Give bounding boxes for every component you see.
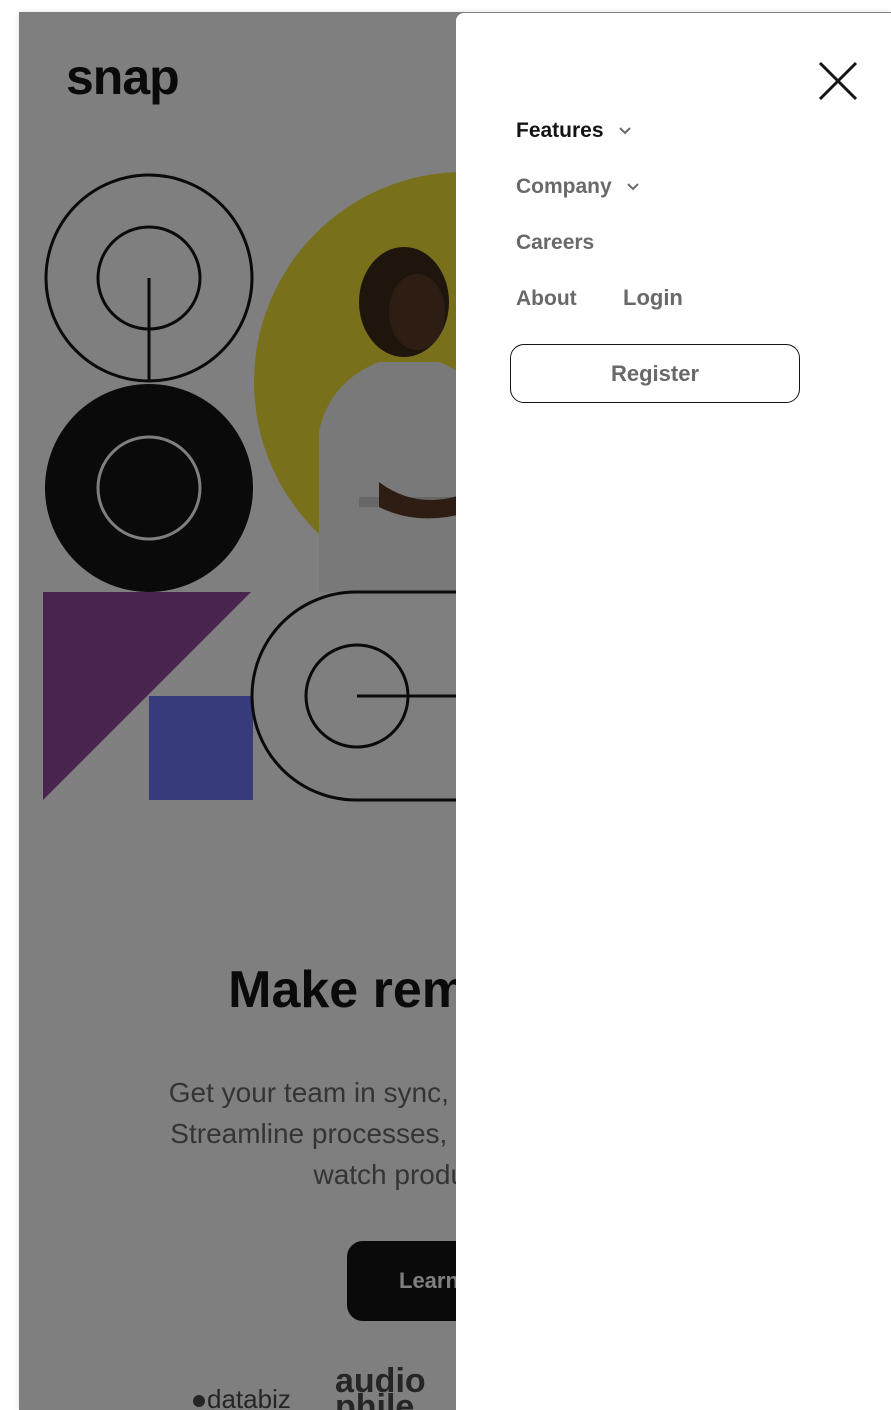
nav-item-careers[interactable]: Careers: [516, 231, 594, 255]
register-button[interactable]: Register: [510, 344, 800, 403]
nav-item-label: Features: [516, 119, 604, 142]
nav-item-features[interactable]: Features: [516, 119, 632, 143]
close-menu-button[interactable]: [816, 59, 860, 103]
nav-item-about[interactable]: About: [516, 287, 577, 311]
chevron-down-icon: [626, 183, 639, 191]
nav-item-label: Careers: [516, 231, 595, 254]
mobile-nav-drawer: Features Company Careers About Login Reg…: [456, 13, 891, 1410]
login-label: Login: [623, 285, 683, 310]
login-link[interactable]: Login: [623, 285, 683, 311]
close-icon: [818, 61, 858, 101]
nav-item-label: About: [516, 287, 577, 310]
nav-item-company[interactable]: Company: [516, 175, 640, 199]
nav-item-label: Company: [516, 175, 612, 198]
chevron-down-icon: [618, 127, 631, 135]
